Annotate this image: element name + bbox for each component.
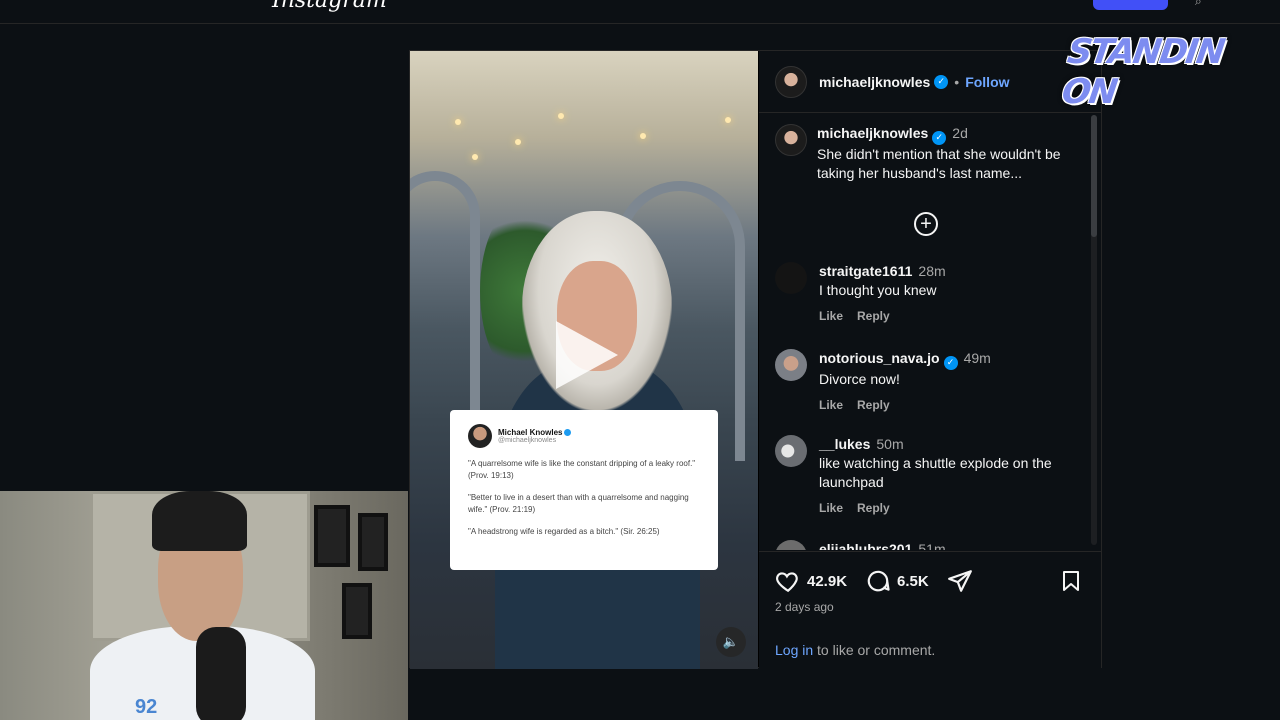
reply-button[interactable]: Reply bbox=[857, 309, 890, 323]
webcam-overlay: 92 bbox=[0, 491, 408, 720]
wall-frame bbox=[314, 505, 350, 567]
heart-icon[interactable] bbox=[775, 568, 801, 594]
follow-button[interactable]: Follow bbox=[965, 74, 1009, 90]
comment: elijahlubrs201 51m bbox=[775, 540, 1085, 550]
avatar[interactable] bbox=[775, 65, 807, 98]
top-bar: Instagram ⌕ bbox=[0, 0, 1280, 24]
wall-frame bbox=[342, 583, 372, 639]
comment-time: 49m bbox=[963, 350, 991, 366]
like-comment-button[interactable]: Like bbox=[819, 309, 843, 323]
comment-username[interactable]: notorious_nava.jo bbox=[819, 350, 940, 366]
comment-username[interactable]: straitgate1611 bbox=[819, 263, 912, 279]
comment-text: like watching a shuttle explode on the l… bbox=[819, 455, 1052, 490]
comment-username[interactable]: elijahlubrs201 bbox=[819, 541, 912, 550]
caption-username[interactable]: michaeljknowles bbox=[817, 125, 928, 141]
post-actions: 42.9K 6.5K 2 days ago Log in to like or … bbox=[759, 551, 1101, 669]
microphone bbox=[196, 627, 246, 720]
string-light bbox=[640, 133, 646, 139]
author-username[interactable]: michaeljknowles bbox=[819, 74, 930, 90]
avatar[interactable] bbox=[775, 435, 807, 467]
reply-button[interactable]: Reply bbox=[857, 398, 890, 412]
comment-username[interactable]: __lukes bbox=[819, 436, 870, 452]
tweet-line: "Better to live in a desert than with a … bbox=[468, 493, 689, 514]
comment-icon[interactable] bbox=[865, 568, 891, 594]
login-button[interactable] bbox=[1093, 0, 1168, 10]
string-light bbox=[515, 139, 521, 145]
verified-icon bbox=[564, 429, 572, 437]
like-count[interactable]: 42.9K bbox=[807, 573, 847, 590]
tweet-card: Michael Knowles @michaeljknowles "A quar… bbox=[450, 410, 718, 570]
brand-logo: STANDIN ON bbox=[1059, 32, 1226, 112]
volume-icon[interactable]: 🔈 bbox=[716, 627, 746, 657]
string-light bbox=[725, 117, 731, 123]
share-icon[interactable] bbox=[947, 568, 973, 594]
post-date: 2 days ago bbox=[775, 600, 834, 614]
verified-icon: ✓ bbox=[943, 355, 958, 370]
cap bbox=[152, 491, 247, 551]
comment: __lukes 50m like watching a shuttle explo… bbox=[775, 435, 1085, 518]
bookmark-icon[interactable] bbox=[1059, 568, 1083, 594]
tweet-line: "A quarrelsome wife is like the constant… bbox=[468, 459, 696, 480]
video-player[interactable]: Michael Knowles @michaeljknowles "A quar… bbox=[410, 51, 758, 669]
avatar[interactable] bbox=[775, 262, 807, 294]
reply-button[interactable]: Reply bbox=[857, 501, 890, 515]
string-light bbox=[558, 113, 564, 119]
wall-frame bbox=[358, 513, 388, 571]
tweet-handle: @michaeljknowles bbox=[498, 437, 557, 444]
comment: straitgate1611 28m I thought you knew Lik… bbox=[775, 262, 1085, 326]
verified-icon: ✓ bbox=[934, 74, 949, 89]
comment-text: I thought you knew bbox=[819, 282, 937, 298]
add-circle-icon[interactable]: + bbox=[914, 212, 938, 236]
arch-door bbox=[410, 171, 480, 431]
comment-count[interactable]: 6.5K bbox=[897, 573, 929, 590]
comment-text: Divorce now! bbox=[819, 370, 900, 387]
avatar[interactable] bbox=[775, 124, 807, 156]
login-prompt: Log in to like or comment. bbox=[775, 642, 936, 658]
comment-time: 28m bbox=[918, 263, 946, 279]
caption-text: She didn't mention that she wouldn't be … bbox=[817, 145, 1061, 181]
shirt-number: 92 bbox=[135, 696, 158, 718]
login-link[interactable]: Log in bbox=[775, 642, 813, 658]
comments-scrollbar[interactable] bbox=[1091, 115, 1097, 545]
tweet-line: "A headstrong wife is regarded as a bitc… bbox=[468, 527, 660, 536]
scroll-thumb[interactable] bbox=[1091, 115, 1097, 237]
play-icon[interactable] bbox=[556, 321, 618, 389]
post-sidebar: michaeljknowles ✓ • Follow michaeljknowl… bbox=[759, 51, 1101, 669]
comments-list[interactable]: michaeljknowles ✓ 2d She didn't mention th… bbox=[759, 114, 1101, 550]
signup-link[interactable]: ⌕ bbox=[1195, 0, 1202, 9]
like-comment-button[interactable]: Like bbox=[819, 501, 843, 515]
comment-time: 51m bbox=[918, 541, 946, 550]
post-modal: Michael Knowles @michaeljknowles "A quar… bbox=[409, 50, 1102, 669]
string-light bbox=[455, 119, 461, 125]
tweet-avatar bbox=[468, 424, 492, 448]
avatar[interactable] bbox=[775, 540, 807, 550]
string-light bbox=[472, 154, 478, 160]
post-header: michaeljknowles ✓ • Follow bbox=[759, 51, 1101, 113]
comment: notorious_nava.jo ✓ 49m Divorce now! Like R… bbox=[775, 349, 1085, 415]
separator-dot: • bbox=[954, 73, 960, 90]
tweet-name: Michael Knowles bbox=[498, 428, 572, 437]
comment-time: 50m bbox=[876, 436, 904, 452]
avatar[interactable] bbox=[775, 349, 807, 381]
like-comment-button[interactable]: Like bbox=[819, 398, 843, 412]
verified-icon: ✓ bbox=[932, 130, 947, 145]
post-caption: michaeljknowles ✓ 2d She didn't mention th… bbox=[775, 124, 1075, 183]
caption-time: 2d bbox=[952, 125, 968, 141]
instagram-logo[interactable]: Instagram bbox=[272, 0, 387, 13]
